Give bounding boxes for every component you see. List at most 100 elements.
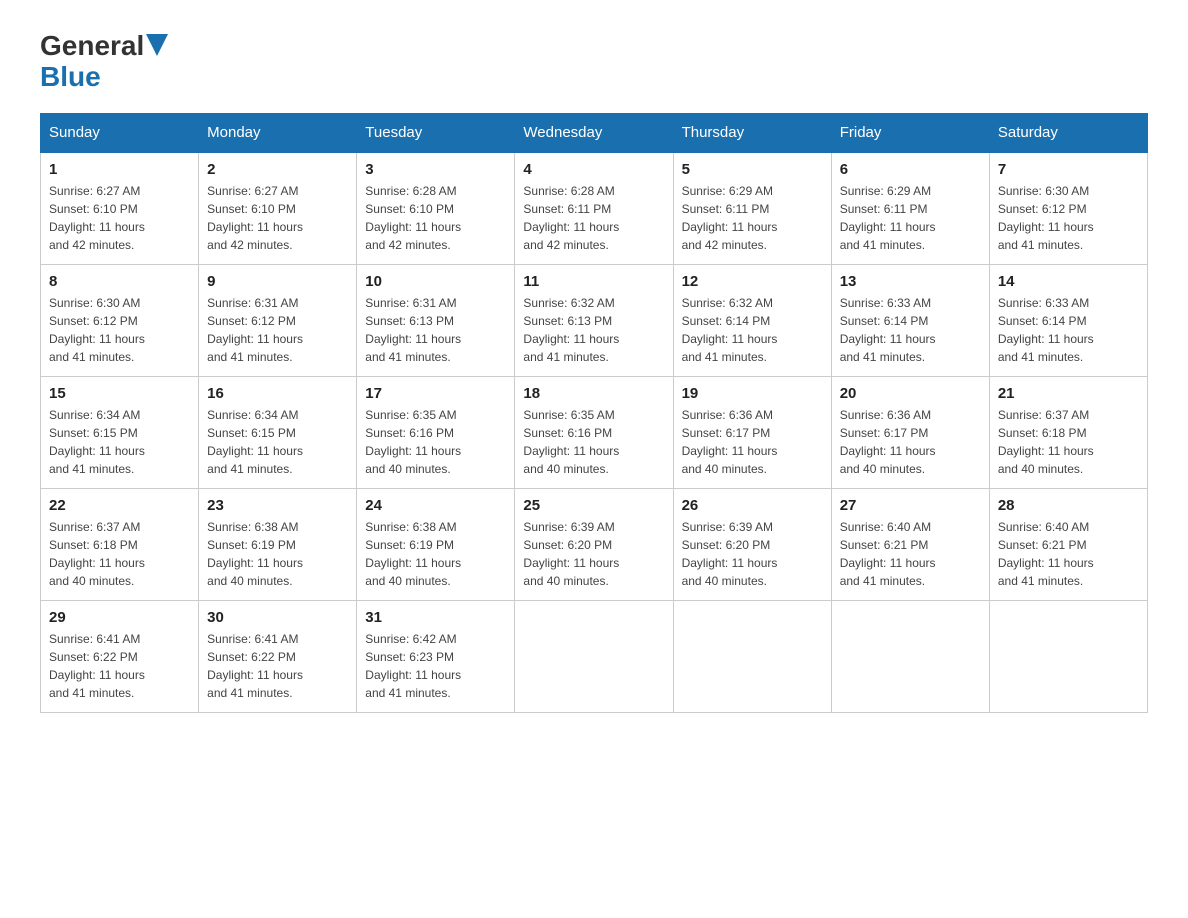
day-number: 16 — [207, 385, 348, 402]
day-number: 7 — [998, 161, 1139, 178]
day-info: Sunrise: 6:34 AM Sunset: 6:15 PM Dayligh… — [207, 406, 348, 478]
day-info: Sunrise: 6:30 AM Sunset: 6:12 PM Dayligh… — [998, 182, 1139, 254]
calendar-week-row: 15 Sunrise: 6:34 AM Sunset: 6:15 PM Dayl… — [41, 377, 1148, 489]
day-info: Sunrise: 6:29 AM Sunset: 6:11 PM Dayligh… — [682, 182, 823, 254]
calendar-cell: 9 Sunrise: 6:31 AM Sunset: 6:12 PM Dayli… — [199, 265, 357, 377]
calendar-header-row: SundayMondayTuesdayWednesdayThursdayFrid… — [41, 114, 1148, 153]
logo: General Blue — [40, 30, 168, 93]
day-number: 27 — [840, 497, 981, 514]
day-info: Sunrise: 6:35 AM Sunset: 6:16 PM Dayligh… — [523, 406, 664, 478]
day-info: Sunrise: 6:34 AM Sunset: 6:15 PM Dayligh… — [49, 406, 190, 478]
calendar-cell: 13 Sunrise: 6:33 AM Sunset: 6:14 PM Dayl… — [831, 265, 989, 377]
day-header-sunday: Sunday — [41, 114, 199, 153]
calendar-cell: 10 Sunrise: 6:31 AM Sunset: 6:13 PM Dayl… — [357, 265, 515, 377]
calendar-cell: 7 Sunrise: 6:30 AM Sunset: 6:12 PM Dayli… — [989, 152, 1147, 265]
calendar-week-row: 22 Sunrise: 6:37 AM Sunset: 6:18 PM Dayl… — [41, 489, 1148, 601]
day-number: 8 — [49, 273, 190, 290]
calendar-cell: 28 Sunrise: 6:40 AM Sunset: 6:21 PM Dayl… — [989, 489, 1147, 601]
day-number: 21 — [998, 385, 1139, 402]
day-number: 19 — [682, 385, 823, 402]
calendar-cell: 20 Sunrise: 6:36 AM Sunset: 6:17 PM Dayl… — [831, 377, 989, 489]
day-info: Sunrise: 6:33 AM Sunset: 6:14 PM Dayligh… — [998, 294, 1139, 366]
day-info: Sunrise: 6:37 AM Sunset: 6:18 PM Dayligh… — [998, 406, 1139, 478]
calendar-cell: 29 Sunrise: 6:41 AM Sunset: 6:22 PM Dayl… — [41, 601, 199, 713]
day-info: Sunrise: 6:39 AM Sunset: 6:20 PM Dayligh… — [523, 518, 664, 590]
calendar-table: SundayMondayTuesdayWednesdayThursdayFrid… — [40, 113, 1148, 713]
day-number: 30 — [207, 609, 348, 626]
day-number: 31 — [365, 609, 506, 626]
day-number: 24 — [365, 497, 506, 514]
day-number: 28 — [998, 497, 1139, 514]
day-info: Sunrise: 6:41 AM Sunset: 6:22 PM Dayligh… — [207, 630, 348, 702]
day-number: 2 — [207, 161, 348, 178]
day-number: 12 — [682, 273, 823, 290]
day-number: 1 — [49, 161, 190, 178]
day-info: Sunrise: 6:41 AM Sunset: 6:22 PM Dayligh… — [49, 630, 190, 702]
day-number: 22 — [49, 497, 190, 514]
day-header-tuesday: Tuesday — [357, 114, 515, 153]
day-number: 23 — [207, 497, 348, 514]
day-info: Sunrise: 6:28 AM Sunset: 6:10 PM Dayligh… — [365, 182, 506, 254]
calendar-week-row: 8 Sunrise: 6:30 AM Sunset: 6:12 PM Dayli… — [41, 265, 1148, 377]
calendar-cell: 4 Sunrise: 6:28 AM Sunset: 6:11 PM Dayli… — [515, 152, 673, 265]
calendar-cell: 26 Sunrise: 6:39 AM Sunset: 6:20 PM Dayl… — [673, 489, 831, 601]
day-number: 29 — [49, 609, 190, 626]
day-header-thursday: Thursday — [673, 114, 831, 153]
day-info: Sunrise: 6:38 AM Sunset: 6:19 PM Dayligh… — [207, 518, 348, 590]
day-info: Sunrise: 6:27 AM Sunset: 6:10 PM Dayligh… — [207, 182, 348, 254]
calendar-cell: 15 Sunrise: 6:34 AM Sunset: 6:15 PM Dayl… — [41, 377, 199, 489]
calendar-cell: 25 Sunrise: 6:39 AM Sunset: 6:20 PM Dayl… — [515, 489, 673, 601]
day-info: Sunrise: 6:36 AM Sunset: 6:17 PM Dayligh… — [840, 406, 981, 478]
day-info: Sunrise: 6:27 AM Sunset: 6:10 PM Dayligh… — [49, 182, 190, 254]
day-number: 13 — [840, 273, 981, 290]
day-info: Sunrise: 6:28 AM Sunset: 6:11 PM Dayligh… — [523, 182, 664, 254]
calendar-cell: 2 Sunrise: 6:27 AM Sunset: 6:10 PM Dayli… — [199, 152, 357, 265]
day-number: 17 — [365, 385, 506, 402]
logo-triangle-icon — [146, 34, 168, 56]
calendar-cell: 19 Sunrise: 6:36 AM Sunset: 6:17 PM Dayl… — [673, 377, 831, 489]
calendar-cell: 21 Sunrise: 6:37 AM Sunset: 6:18 PM Dayl… — [989, 377, 1147, 489]
calendar-cell: 6 Sunrise: 6:29 AM Sunset: 6:11 PM Dayli… — [831, 152, 989, 265]
day-info: Sunrise: 6:42 AM Sunset: 6:23 PM Dayligh… — [365, 630, 506, 702]
day-number: 10 — [365, 273, 506, 290]
calendar-cell: 1 Sunrise: 6:27 AM Sunset: 6:10 PM Dayli… — [41, 152, 199, 265]
day-header-saturday: Saturday — [989, 114, 1147, 153]
day-number: 5 — [682, 161, 823, 178]
day-number: 11 — [523, 273, 664, 290]
day-info: Sunrise: 6:39 AM Sunset: 6:20 PM Dayligh… — [682, 518, 823, 590]
calendar-cell: 23 Sunrise: 6:38 AM Sunset: 6:19 PM Dayl… — [199, 489, 357, 601]
calendar-cell: 12 Sunrise: 6:32 AM Sunset: 6:14 PM Dayl… — [673, 265, 831, 377]
day-info: Sunrise: 6:38 AM Sunset: 6:19 PM Dayligh… — [365, 518, 506, 590]
calendar-cell: 8 Sunrise: 6:30 AM Sunset: 6:12 PM Dayli… — [41, 265, 199, 377]
calendar-week-row: 1 Sunrise: 6:27 AM Sunset: 6:10 PM Dayli… — [41, 152, 1148, 265]
day-number: 15 — [49, 385, 190, 402]
calendar-cell — [831, 601, 989, 713]
day-info: Sunrise: 6:32 AM Sunset: 6:14 PM Dayligh… — [682, 294, 823, 366]
calendar-cell: 22 Sunrise: 6:37 AM Sunset: 6:18 PM Dayl… — [41, 489, 199, 601]
day-number: 3 — [365, 161, 506, 178]
day-info: Sunrise: 6:32 AM Sunset: 6:13 PM Dayligh… — [523, 294, 664, 366]
calendar-cell: 14 Sunrise: 6:33 AM Sunset: 6:14 PM Dayl… — [989, 265, 1147, 377]
calendar-cell: 27 Sunrise: 6:40 AM Sunset: 6:21 PM Dayl… — [831, 489, 989, 601]
day-number: 26 — [682, 497, 823, 514]
day-number: 9 — [207, 273, 348, 290]
day-info: Sunrise: 6:31 AM Sunset: 6:12 PM Dayligh… — [207, 294, 348, 366]
calendar-cell — [515, 601, 673, 713]
day-number: 4 — [523, 161, 664, 178]
calendar-cell: 16 Sunrise: 6:34 AM Sunset: 6:15 PM Dayl… — [199, 377, 357, 489]
day-info: Sunrise: 6:40 AM Sunset: 6:21 PM Dayligh… — [840, 518, 981, 590]
day-info: Sunrise: 6:33 AM Sunset: 6:14 PM Dayligh… — [840, 294, 981, 366]
calendar-cell: 31 Sunrise: 6:42 AM Sunset: 6:23 PM Dayl… — [357, 601, 515, 713]
logo-blue-text: Blue — [40, 61, 101, 92]
calendar-cell: 30 Sunrise: 6:41 AM Sunset: 6:22 PM Dayl… — [199, 601, 357, 713]
day-number: 14 — [998, 273, 1139, 290]
day-info: Sunrise: 6:30 AM Sunset: 6:12 PM Dayligh… — [49, 294, 190, 366]
calendar-cell: 17 Sunrise: 6:35 AM Sunset: 6:16 PM Dayl… — [357, 377, 515, 489]
calendar-cell: 24 Sunrise: 6:38 AM Sunset: 6:19 PM Dayl… — [357, 489, 515, 601]
day-header-wednesday: Wednesday — [515, 114, 673, 153]
day-info: Sunrise: 6:37 AM Sunset: 6:18 PM Dayligh… — [49, 518, 190, 590]
day-number: 20 — [840, 385, 981, 402]
calendar-cell: 18 Sunrise: 6:35 AM Sunset: 6:16 PM Dayl… — [515, 377, 673, 489]
day-number: 6 — [840, 161, 981, 178]
day-number: 18 — [523, 385, 664, 402]
